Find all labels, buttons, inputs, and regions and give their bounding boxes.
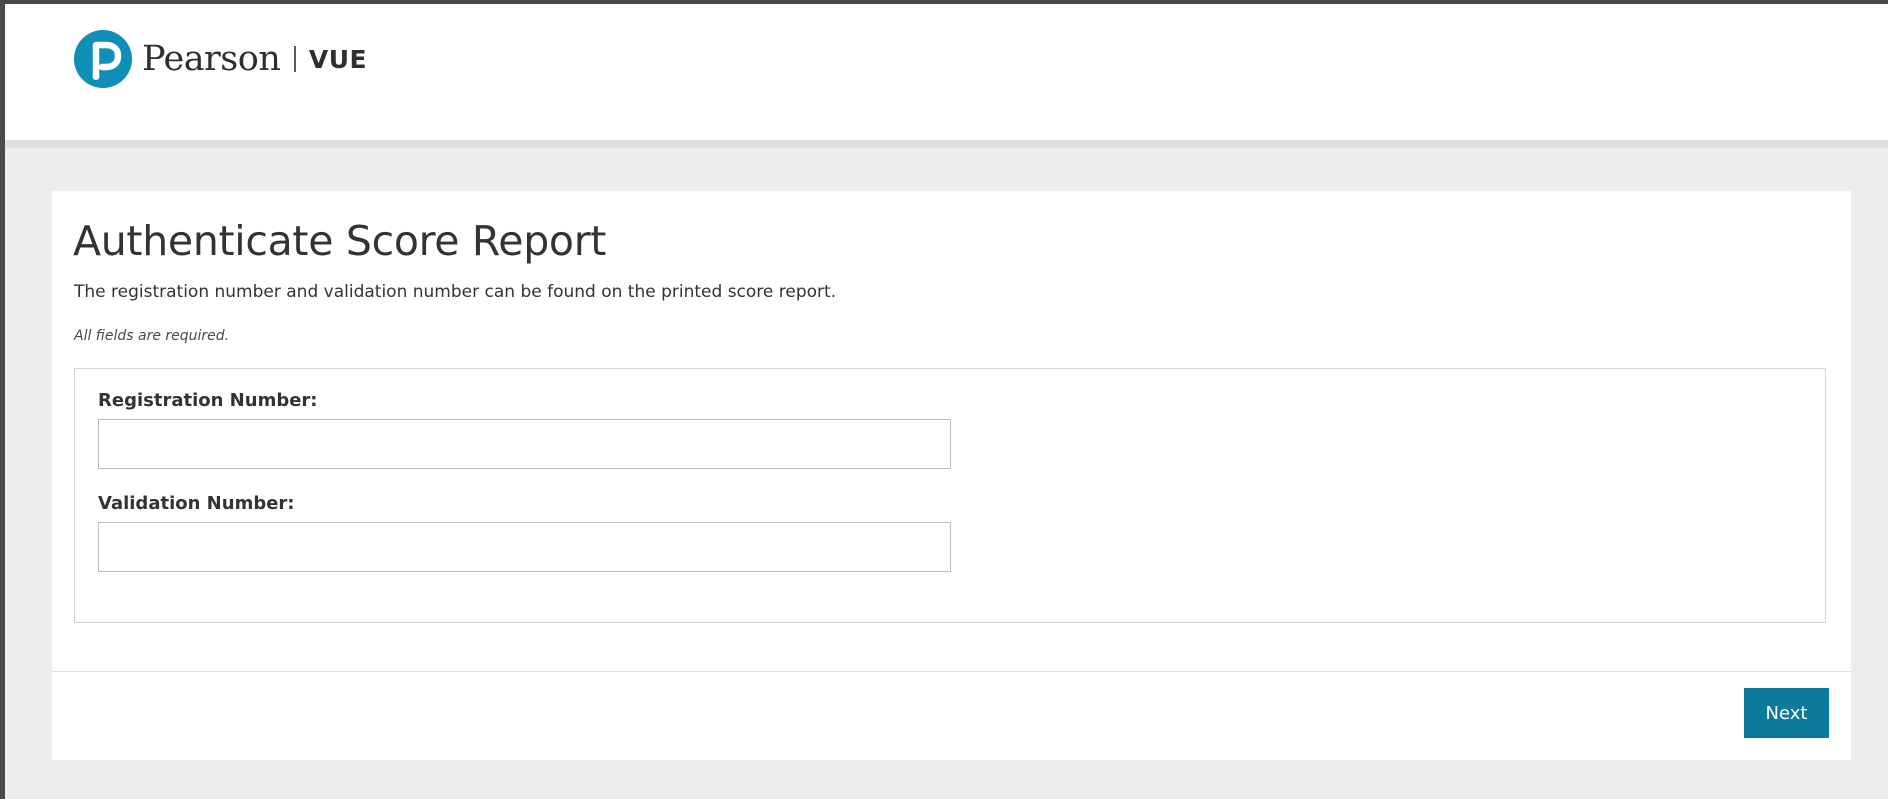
intro-text: The registration number and validation n…	[74, 282, 837, 302]
logo-divider	[294, 46, 296, 72]
authenticate-card: Authenticate Score Report The registrati…	[52, 191, 1851, 760]
pearson-logo-icon	[74, 30, 132, 88]
browser-viewport: Pearson VUE Authenticate Score Report Th…	[5, 4, 1888, 799]
required-note: All fields are required.	[74, 328, 230, 344]
product-name: VUE	[308, 44, 368, 74]
validation-number-label: Validation Number:	[98, 493, 295, 514]
validation-number-input[interactable]	[98, 522, 951, 572]
pearson-vue-logo[interactable]: Pearson VUE	[74, 29, 367, 89]
next-button[interactable]: Next	[1744, 688, 1829, 738]
footer-divider	[52, 671, 1851, 672]
registration-number-input[interactable]	[98, 419, 951, 469]
site-header: Pearson VUE	[5, 4, 1888, 148]
page-title: Authenticate Score Report	[73, 217, 607, 265]
brand-name: Pearson	[142, 39, 281, 79]
registration-number-label: Registration Number:	[98, 390, 318, 411]
score-report-fieldset: Registration Number: Validation Number:	[74, 368, 1826, 623]
